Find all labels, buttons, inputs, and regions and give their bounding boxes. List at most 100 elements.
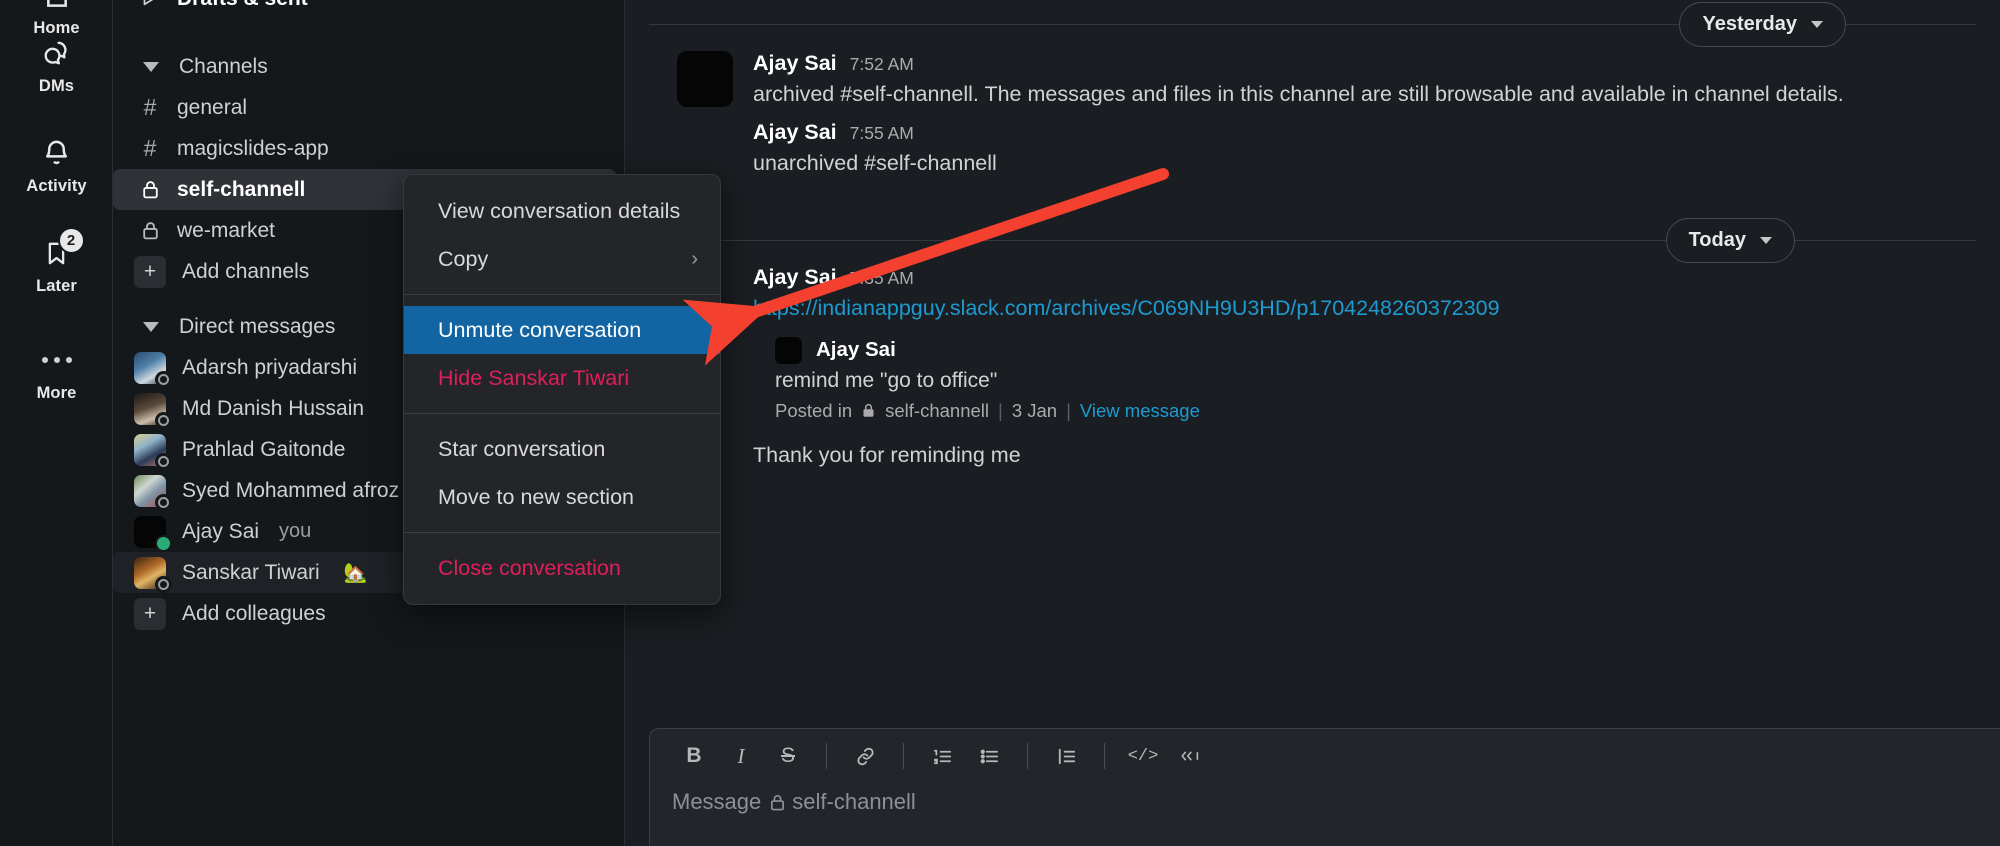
rail-item-home[interactable]: Home — [0, 0, 113, 38]
link-icon[interactable] — [843, 736, 887, 776]
sidebar-item-magicslides-app[interactable]: # magicslides-app — [113, 128, 616, 169]
message-author[interactable]: Ajay Sai — [753, 120, 837, 145]
message-input[interactable]: Message self-channell — [650, 783, 2000, 815]
menu-item-star-conversation[interactable]: Star conversation — [404, 425, 720, 473]
message-text: archived #self-channell. The messages an… — [753, 82, 1844, 106]
more-icon — [40, 343, 74, 377]
meta-separator: | — [1066, 399, 1071, 421]
placeholder-prefix: Message — [672, 789, 762, 814]
rail-item-activity[interactable]: Activity — [0, 136, 113, 196]
message-timestamp: 7:35 AM — [849, 268, 914, 289]
menu-item-label: Star conversation — [438, 436, 606, 461]
sidebar-item-label: Prahlad Gaitonde — [182, 437, 346, 461]
strikethrough-icon[interactable]: S — [766, 736, 810, 776]
plus-icon: + — [134, 597, 166, 630]
sidebar-item-label: Add channels — [182, 259, 310, 283]
rail-item-dms[interactable]: DMs — [0, 36, 113, 96]
chevron-down-icon — [143, 321, 159, 332]
avatar — [134, 433, 172, 470]
message-author[interactable]: Ajay Sai — [753, 51, 837, 76]
sidebar-item-label: we-market — [177, 218, 276, 242]
sidebar-item-label: Add colleagues — [182, 601, 326, 625]
sidebar-item-general[interactable]: # general — [113, 87, 616, 128]
code-icon[interactable]: </> — [1121, 736, 1165, 776]
menu-item-view-conversation-details[interactable]: View conversation details — [404, 187, 720, 235]
avatar — [134, 392, 172, 429]
menu-divider — [404, 413, 720, 414]
bold-icon[interactable]: B — [672, 736, 716, 776]
sidebar-item-label: Adarsh priyadarshi — [182, 355, 358, 379]
meta-separator: | — [998, 399, 1003, 421]
sidebar-item-drafts-sent[interactable]: Drafts & sent — [113, 0, 616, 19]
message-composer: B I S </> Message self-channell — [649, 728, 2000, 846]
blockquote-icon[interactable] — [1044, 736, 1088, 776]
code-block-icon[interactable] — [1168, 736, 1212, 776]
message-timestamp: 7:52 AM — [849, 54, 914, 74]
workspace-rail: Home DMs Activity 2 Later More — [0, 0, 113, 846]
menu-item-label: Close conversation — [438, 555, 621, 580]
menu-divider — [404, 532, 720, 533]
presence-indicator — [155, 493, 172, 511]
home-icon — [40, 0, 74, 12]
menu-item-copy[interactable]: Copy › — [404, 235, 720, 283]
sidebar-item-label: general — [177, 95, 248, 119]
menu-item-unmute-conversation[interactable]: Unmute conversation — [404, 306, 720, 354]
plus-icon: + — [134, 255, 166, 288]
sidebar-item-label: self-channell — [177, 177, 306, 201]
posted-in-label: Posted in — [775, 399, 853, 421]
chevron-down-icon — [1760, 237, 1772, 245]
menu-item-move-to-new-section[interactable]: Move to new section — [404, 473, 720, 521]
composer-toolbar: B I S </> — [650, 729, 2000, 783]
rail-item-more[interactable]: More — [0, 343, 113, 403]
quote-author[interactable]: Ajay Sai — [816, 338, 896, 362]
rail-item-label: DMs — [38, 77, 75, 95]
menu-item-close-conversation[interactable]: Close conversation — [404, 544, 720, 592]
bulleted-list-icon[interactable] — [967, 736, 1011, 776]
date-divider-yesterday: Yesterday — [649, 2, 1976, 47]
date-pill-today[interactable]: Today — [1665, 218, 1795, 264]
sidebar-item-label: Drafts & sent — [177, 0, 308, 11]
lock-icon — [769, 793, 786, 812]
sidebar-item-label: Syed Mohammed afroz — [182, 478, 400, 502]
chevron-down-icon — [143, 61, 159, 72]
menu-item-hide-sanskar-tiwari[interactable]: Hide Sanskar Tiwari — [404, 354, 720, 402]
ordered-list-icon[interactable] — [920, 736, 964, 776]
menu-item-label: Hide Sanskar Tiwari — [438, 365, 630, 390]
message-text: Thank you for reminding me — [753, 442, 1021, 467]
lock-icon — [861, 402, 876, 419]
menu-item-label: View conversation details — [438, 198, 681, 223]
rail-item-label: Later — [36, 277, 77, 295]
presence-indicator — [155, 452, 172, 470]
date-pill-yesterday[interactable]: Yesterday — [1679, 2, 1846, 47]
avatar — [677, 51, 733, 107]
avatar — [134, 515, 172, 552]
toolbar-divider — [1104, 743, 1105, 769]
sidebar-item-label: Md Danish Hussain — [182, 396, 365, 420]
message-link[interactable]: https://indianappguy.slack.com/archives/… — [753, 296, 1500, 320]
date-divider-today: Today — [649, 218, 1976, 264]
message-author[interactable]: Ajay Sai — [753, 265, 837, 290]
later-badge-count: 2 — [57, 227, 85, 254]
bookmark-icon: 2 — [40, 227, 85, 270]
rail-item-later[interactable]: 2 Later — [0, 227, 113, 296]
sidebar-section-label: Channels — [179, 54, 268, 78]
italic-icon[interactable]: I — [719, 736, 763, 776]
view-message-link[interactable]: View message — [1080, 400, 1200, 422]
sidebar-item-label: Ajay Sai — [182, 519, 260, 543]
avatar — [134, 351, 172, 388]
quote-channel: self-channell — [885, 399, 990, 421]
rail-item-label: Activity — [26, 177, 87, 195]
sidebar-section-label: Direct messages — [179, 314, 336, 338]
message-timestamp: 7:55 AM — [849, 123, 914, 144]
quote-date: 3 Jan — [1011, 399, 1058, 421]
sidebar-section-channels[interactable]: Channels — [113, 46, 624, 87]
message-text: unarchived #self-channell — [753, 151, 997, 176]
avatar — [134, 556, 172, 593]
send-icon — [139, 0, 161, 12]
hash-icon: # — [143, 94, 157, 120]
presence-indicator — [155, 370, 172, 388]
conversation-context-menu: View conversation details Copy › Unmute … — [403, 174, 721, 605]
slack-window: Home DMs Activity 2 Later More Channels … — [0, 0, 2000, 846]
toolbar-divider — [1027, 743, 1028, 769]
presence-indicator — [155, 575, 172, 593]
